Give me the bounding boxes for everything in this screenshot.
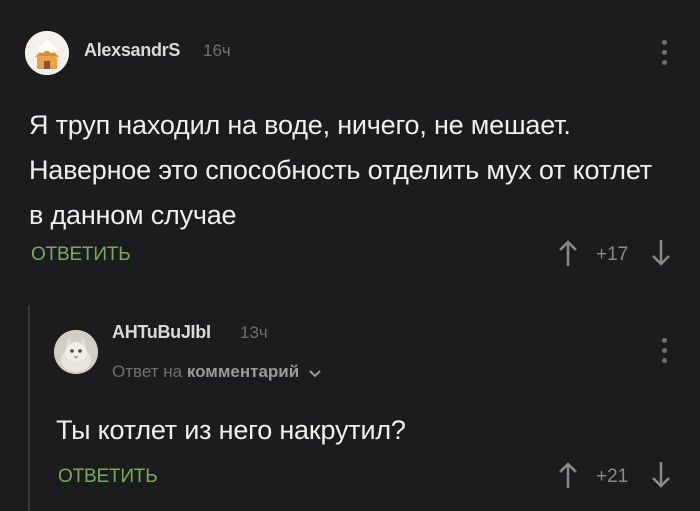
more-vertical-icon[interactable] [655,38,673,68]
comment-text: Я труп находил на воде, ничего, не мешае… [29,110,652,230]
arrow-down-icon[interactable] [650,238,672,268]
comments-thread: AlexsandrS 16ч Я труп находил на воде, н… [0,0,700,511]
thread-line[interactable] [28,305,30,511]
comment-author[interactable]: AlexsandrS [84,40,180,61]
arrow-down-icon[interactable] [650,460,672,490]
reply-button[interactable]: ОТВЕТИТЬ [58,466,158,488]
avatar[interactable] [54,330,98,374]
reply-button[interactable]: ОТВЕТИТЬ [31,244,131,266]
avatar-image [54,330,98,374]
comment-text: Ты котлет из него накрутил? [56,415,406,445]
comment-score: +21 [596,466,629,487]
avatar[interactable] [25,31,69,75]
arrow-up-icon[interactable] [557,460,579,490]
reply-to-target[interactable]: комментарий [187,362,299,381]
comment-author[interactable]: AHTuBuJIbI [112,322,211,343]
comment-time: 13ч [240,323,268,342]
comment-time: 16ч [203,41,231,60]
reply-to-prefix: Ответ на [112,362,183,381]
arrow-up-icon[interactable] [557,238,579,268]
chevron-down-icon[interactable] [308,366,322,380]
comment-score: +17 [596,244,629,265]
avatar-image [25,31,69,75]
more-vertical-icon[interactable] [655,336,673,366]
reply-to-link[interactable]: Ответ на комментарий [112,362,322,382]
